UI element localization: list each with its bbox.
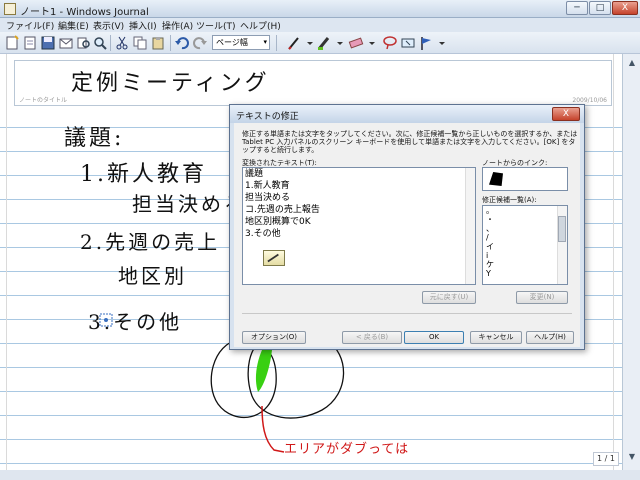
dialog-title: テキストの修正 bbox=[236, 112, 299, 122]
zoom-select[interactable]: ページ幅 ▾ bbox=[212, 35, 270, 50]
converted-line[interactable]: 1.新人教育 bbox=[243, 180, 475, 192]
pen-input-icon bbox=[267, 253, 279, 263]
eraser-options-chevron-icon[interactable] bbox=[364, 35, 380, 51]
window-title: ノート1 - Windows Journal bbox=[20, 7, 149, 18]
pen-icon[interactable] bbox=[286, 35, 302, 51]
paste-icon[interactable] bbox=[150, 35, 166, 51]
alternate-item[interactable]: 。 bbox=[483, 206, 567, 215]
dialog-instructions: 修正する単語または文字をタップしてください。次に、修正候補一覧から正しいものを選… bbox=[242, 130, 578, 154]
ink-selection-dot bbox=[104, 318, 108, 322]
menu-tools[interactable]: ツール(T) bbox=[196, 19, 236, 32]
options-button[interactable]: オプション(O) bbox=[242, 331, 306, 344]
converted-line[interactable]: 議題 bbox=[243, 168, 475, 180]
toolbar-separator bbox=[170, 35, 171, 51]
menu-bar: ファイル(F) 編集(E) 表示(V) 挿入(I) 操作(A) ツール(T) ヘ… bbox=[0, 18, 640, 32]
help-button[interactable]: ヘルプ(H) bbox=[526, 331, 574, 344]
journal-app-icon bbox=[4, 3, 16, 15]
find-icon[interactable] bbox=[76, 35, 92, 51]
undo-icon[interactable] bbox=[174, 35, 190, 51]
menu-view[interactable]: 表示(V) bbox=[93, 19, 124, 32]
alternate-item[interactable]: i bbox=[483, 251, 567, 260]
converted-line[interactable]: 3.その他 bbox=[243, 228, 475, 240]
converted-line[interactable]: 担当決める bbox=[243, 192, 475, 204]
page-indicator: 1 / 1 bbox=[593, 452, 619, 466]
alternates-label: 修正候補一覧(A): bbox=[482, 196, 537, 204]
alternate-item[interactable]: イ bbox=[483, 242, 567, 251]
alternate-item[interactable]: ケ bbox=[483, 260, 567, 269]
close-button[interactable]: X bbox=[612, 1, 638, 15]
vertical-scrollbar[interactable]: ▲ ▼ bbox=[622, 54, 640, 480]
ink-stroke-preview bbox=[489, 172, 503, 186]
highlighter-icon[interactable] bbox=[316, 35, 332, 51]
alternate-item[interactable]: ・ bbox=[483, 215, 567, 224]
scroll-down-icon[interactable]: ▼ bbox=[625, 450, 639, 464]
back-button[interactable]: < 戻る(B) bbox=[342, 331, 402, 344]
venn-overlap-highlight bbox=[255, 350, 272, 392]
eraser-icon[interactable] bbox=[348, 35, 364, 51]
alternates-scroll-thumb[interactable] bbox=[558, 216, 566, 242]
selection-tool-icon[interactable] bbox=[400, 35, 416, 51]
change-button[interactable]: 変更(N) bbox=[516, 291, 568, 304]
menu-help[interactable]: ヘルプ(H) bbox=[240, 19, 281, 32]
title-bar: ノート1 - Windows Journal ─ □ X bbox=[0, 0, 640, 18]
converted-text-scrollbar[interactable] bbox=[465, 168, 475, 284]
converted-text-box[interactable]: 議題 1.新人教育 担当決める コ.先週の売上報告 地区別概算で0K 3.その他 bbox=[242, 167, 476, 285]
converted-line[interactable]: 地区別概算で0K bbox=[243, 216, 475, 228]
lasso-select-icon[interactable] bbox=[382, 35, 398, 51]
correct-text-dialog: テキストの修正 X 修正する単語または文字をタップしてください。次に、修正候補一… bbox=[229, 104, 585, 350]
alternates-list[interactable]: 。 ・ 、 / イ i ケ Y bbox=[482, 205, 568, 285]
status-bar bbox=[0, 470, 640, 480]
toolbar-separator bbox=[276, 35, 277, 51]
menu-file[interactable]: ファイル(F) bbox=[6, 19, 54, 32]
red-annotation-arrow bbox=[261, 405, 285, 453]
cancel-button[interactable]: キャンセル bbox=[470, 331, 522, 344]
magnifier-icon[interactable] bbox=[92, 35, 108, 51]
menu-actions[interactable]: 操作(A) bbox=[162, 19, 193, 32]
menu-insert[interactable]: 挿入(I) bbox=[129, 19, 157, 32]
menu-edit[interactable]: 編集(E) bbox=[58, 19, 89, 32]
maximize-button[interactable]: □ bbox=[589, 1, 611, 15]
email-icon[interactable] bbox=[58, 35, 74, 51]
redo-icon[interactable] bbox=[192, 35, 208, 51]
alternate-item[interactable]: / bbox=[483, 233, 567, 242]
alternate-item[interactable]: 、 bbox=[483, 224, 567, 233]
dialog-body: 修正する単語または文字をタップしてください。次に、修正候補一覧から正しいものを選… bbox=[234, 123, 580, 347]
alternate-item[interactable]: Y bbox=[483, 269, 567, 278]
chevron-down-icon: ▾ bbox=[263, 38, 267, 46]
minimize-button[interactable]: ─ bbox=[566, 1, 588, 15]
cut-icon[interactable] bbox=[114, 35, 130, 51]
new-page-icon[interactable] bbox=[22, 35, 38, 51]
pen-input-button[interactable] bbox=[263, 250, 285, 266]
save-icon[interactable] bbox=[40, 35, 56, 51]
zoom-value: ページ幅 bbox=[216, 38, 248, 47]
converted-line[interactable]: コ.先週の売上報告 bbox=[243, 204, 475, 216]
flag-options-chevron-icon[interactable] bbox=[434, 35, 450, 51]
flag-icon[interactable] bbox=[418, 35, 434, 51]
undo-button[interactable]: 元に戻す(U) bbox=[422, 291, 476, 304]
new-note-icon[interactable] bbox=[4, 35, 20, 51]
toolbar: ページ幅 ▾ bbox=[0, 32, 640, 54]
highlighter-options-chevron-icon[interactable] bbox=[332, 35, 348, 51]
scroll-up-icon[interactable]: ▲ bbox=[625, 56, 639, 70]
ink-preview-box bbox=[482, 167, 568, 191]
dialog-title-bar: テキストの修正 X bbox=[230, 105, 584, 123]
alternates-scrollbar[interactable] bbox=[557, 206, 567, 284]
copy-icon[interactable] bbox=[132, 35, 148, 51]
dialog-separator bbox=[242, 313, 572, 314]
dialog-close-button[interactable]: X bbox=[552, 107, 580, 121]
toolbar-separator bbox=[110, 35, 111, 51]
ok-button[interactable]: OK bbox=[404, 331, 464, 344]
